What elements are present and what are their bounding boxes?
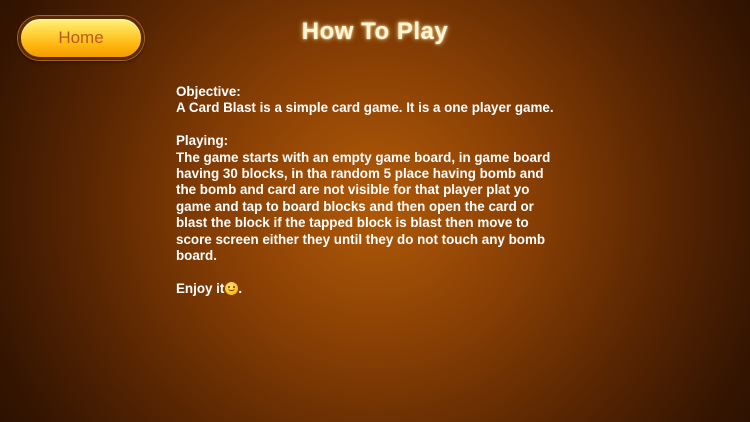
page-title: How To Play (301, 18, 449, 45)
playing-line: board. (176, 248, 217, 264)
playing-line: blast the block if the tapped block is b… (176, 215, 529, 231)
objective-heading: Objective: (176, 84, 241, 99)
playing-line: The game starts with an empty game board… (176, 149, 551, 165)
objective-text: A Card Blast is a simple card game. It i… (176, 100, 554, 116)
enjoy-suffix: . (238, 280, 243, 296)
playing-line: score screen either they until they do n… (176, 231, 546, 247)
instructions-text: Objective: A Card Blast is a simple card… (176, 84, 596, 297)
playing-line: game and tap to board blocks and then op… (176, 198, 534, 214)
playing-line: having 30 blocks, in tha random 5 place … (176, 166, 544, 182)
enjoy-text: Enjoy it (176, 280, 225, 296)
playing-line: the bomb and card are not visible for th… (176, 182, 530, 198)
enjoy-line: Enjoy it. (176, 281, 596, 297)
playing-heading: Playing: (176, 133, 229, 149)
smiley-icon (225, 281, 239, 295)
